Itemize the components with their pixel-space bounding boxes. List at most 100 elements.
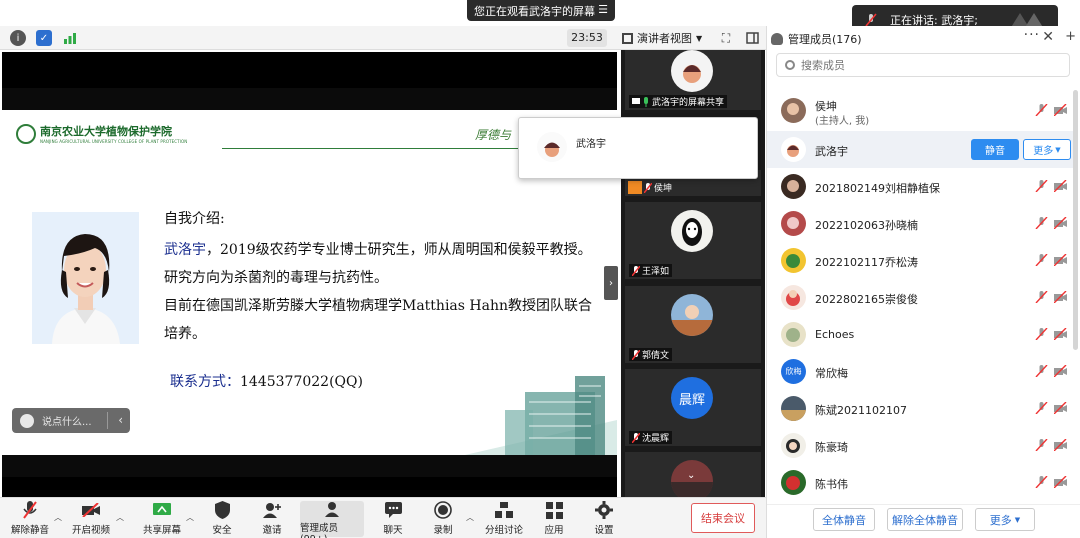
camera-off-icon[interactable] xyxy=(1054,365,1067,377)
list-item[interactable]: 武洛宇 静音 更多 ▼ xyxy=(767,131,1073,168)
mic-off-icon[interactable] xyxy=(1035,217,1048,229)
list-item[interactable]: 陈豪琦 xyxy=(767,427,1073,464)
intro-line-4: 培养。 xyxy=(164,326,206,342)
chevron-up-icon[interactable]: ︿ xyxy=(186,512,194,523)
more-button[interactable]: 更多 ▼ xyxy=(1023,139,1071,160)
chat-button[interactable]: 聊天 xyxy=(380,501,406,537)
camera-off-icon[interactable] xyxy=(1054,439,1067,451)
mic-off-icon[interactable] xyxy=(1035,402,1048,414)
manage-members-button[interactable]: 管理成员(99+) xyxy=(300,501,364,538)
camera-off-icon[interactable] xyxy=(1054,180,1067,192)
mic-off-icon[interactable] xyxy=(1035,476,1048,488)
security-button[interactable]: 安全 xyxy=(207,501,237,537)
video-tile[interactable]: 王泽如 xyxy=(625,202,761,279)
video-tile[interactable]: ⌄ xyxy=(625,452,761,502)
breakout-rooms-button[interactable]: 分组讨论 xyxy=(484,501,524,537)
more-options-icon[interactable]: ··· xyxy=(1024,27,1040,43)
chevron-up-icon[interactable]: ︿ xyxy=(466,512,474,523)
caret-down-icon: ▼ xyxy=(1014,515,1021,524)
settings-button[interactable]: 设置 xyxy=(591,501,617,537)
mic-off-icon[interactable] xyxy=(1035,328,1048,340)
unmute-button[interactable]: 解除静音 xyxy=(10,501,50,537)
list-item[interactable]: 2021802149刘相静植保 xyxy=(767,168,1073,205)
list-item[interactable]: 陈书伟 xyxy=(767,464,1073,498)
sidebar-toggle-icon[interactable] xyxy=(744,30,760,46)
member-search[interactable] xyxy=(776,53,1070,77)
avatar: 晨辉 xyxy=(671,377,713,419)
member-list: 侯坤 (主持人, 我) 武洛宇 静音 更多▼ 2021802149刘相静植保 xyxy=(767,90,1080,498)
collapse-gallery-button[interactable]: › xyxy=(604,266,618,300)
fullscreen-icon[interactable]: ⛶ xyxy=(718,30,734,46)
contact-label: 联系方式 xyxy=(170,374,226,390)
list-item[interactable]: 欣梅 常欣梅 xyxy=(767,353,1073,390)
unmute-all-button[interactable]: 解除全体静音 xyxy=(887,508,963,531)
add-icon[interactable]: + xyxy=(1065,29,1076,44)
participant-popup[interactable]: 武洛宇 xyxy=(518,117,758,179)
mic-off-icon xyxy=(632,349,640,360)
chevron-up-icon[interactable]: ︿ xyxy=(116,512,124,523)
footer-more-button[interactable]: 更多 ▼ xyxy=(975,508,1035,531)
apps-icon xyxy=(545,501,563,519)
chevron-down-icon[interactable]: ⌄ xyxy=(687,470,695,481)
camera-off-icon[interactable] xyxy=(1054,476,1067,488)
list-item[interactable]: 侯坤 (主持人, 我) xyxy=(767,90,1073,131)
camera-off-icon[interactable] xyxy=(1054,217,1067,229)
apps-label: 应用 xyxy=(544,525,564,536)
mic-off-icon[interactable] xyxy=(1035,254,1048,266)
camera-off-icon[interactable] xyxy=(1054,328,1067,340)
end-meeting-button[interactable]: 结束会议 xyxy=(691,503,755,533)
screen-share-banner[interactable]: 您正在观看武洛宇的屏幕 ☰ xyxy=(467,0,615,21)
university-seal-icon xyxy=(16,123,36,144)
video-tile[interactable]: 郭倩文 xyxy=(625,286,761,363)
list-item[interactable]: Echoes xyxy=(767,316,1073,353)
member-list-scrollbar[interactable] xyxy=(1073,90,1078,350)
chevron-left-icon[interactable]: ‹ xyxy=(118,413,123,427)
shield-icon[interactable]: ✓ xyxy=(36,30,52,46)
quick-chat-input[interactable]: 说点什么... ‹ xyxy=(12,408,130,433)
list-item[interactable]: 2022102063孙晓楠 xyxy=(767,205,1073,242)
mute-button[interactable]: 静音 xyxy=(971,139,1019,160)
list-item[interactable]: 陈斌2021102107 xyxy=(767,390,1073,427)
video-tile[interactable]: 晨辉 沈晨辉 xyxy=(625,369,761,446)
mic-off-icon[interactable] xyxy=(1035,439,1048,451)
mic-off-icon[interactable] xyxy=(1035,291,1048,303)
list-item[interactable]: 2022802165崇俊俊 xyxy=(767,279,1073,316)
emoji-icon[interactable] xyxy=(20,413,34,428)
mic-off-icon[interactable] xyxy=(1035,104,1048,116)
member-search-input[interactable] xyxy=(801,58,1051,72)
mute-all-button[interactable]: 全体静音 xyxy=(813,508,875,531)
search-icon xyxy=(785,60,795,70)
camera-off-icon[interactable] xyxy=(1054,254,1067,266)
mic-off-icon xyxy=(632,432,640,443)
record-button[interactable]: 录制 xyxy=(430,501,456,537)
quick-chat-placeholder: 说点什么... xyxy=(42,417,92,428)
camera-off-icon[interactable] xyxy=(1054,104,1067,116)
list-item[interactable]: 2022102117乔松涛 xyxy=(767,242,1073,279)
avatar xyxy=(671,50,713,92)
hamburger-icon[interactable]: ☰ xyxy=(598,3,608,16)
mic-off-icon[interactable] xyxy=(1035,365,1048,377)
record-icon xyxy=(434,501,452,519)
close-icon[interactable]: ✕ xyxy=(1042,29,1054,45)
mic-off-icon[interactable] xyxy=(1035,180,1048,192)
chevron-up-icon[interactable]: ︿ xyxy=(54,512,62,523)
view-mode-dropdown[interactable]: 演讲者视图 ▼ xyxy=(622,29,702,47)
start-video-button[interactable]: 开启视频 xyxy=(70,501,112,537)
share-screen-button[interactable]: 共享屏幕 xyxy=(140,501,184,537)
apps-button[interactable]: 应用 xyxy=(541,501,567,537)
top-bar xyxy=(0,0,766,24)
video-tile-label: 沈晨辉 xyxy=(642,434,670,444)
info-icon[interactable]: i xyxy=(10,30,26,46)
camera-off-icon[interactable] xyxy=(1054,291,1067,303)
video-tile[interactable]: 武洛宇的屏幕共享 xyxy=(625,50,761,110)
signal-icon[interactable] xyxy=(62,30,78,46)
camera-off-icon[interactable] xyxy=(1054,402,1067,414)
avatar xyxy=(537,132,567,162)
manage-members-label: 管理成员(99+) xyxy=(300,523,339,538)
school-name-cn: 南京农业大学植物保护学院 xyxy=(40,125,172,138)
invite-button[interactable]: 邀请 xyxy=(257,501,287,537)
avatar: 欣梅 xyxy=(781,359,806,384)
avatar xyxy=(781,211,806,236)
shield-icon xyxy=(213,501,231,519)
letterbox-top xyxy=(2,88,617,110)
